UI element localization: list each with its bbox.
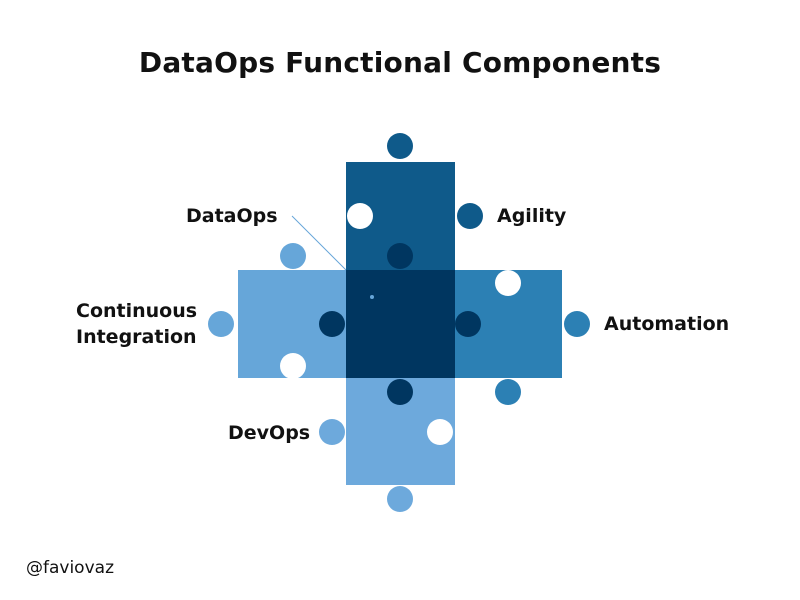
- label-continuous-integration: Continuous Integration: [76, 298, 198, 350]
- label-agility: Agility: [497, 205, 567, 227]
- label-ci-line1: Continuous: [76, 300, 198, 322]
- label-devops: DevOps: [228, 422, 311, 444]
- label-ci-line2: Integration: [76, 326, 197, 348]
- puzzle-piece-devops: [319, 376, 455, 512]
- puzzle-piece-automation: [453, 270, 590, 405]
- author-credit: @faviovaz: [26, 558, 114, 578]
- label-dataops: DataOps: [186, 205, 278, 227]
- label-automation: Automation: [604, 313, 730, 335]
- puzzle-piece-continuous-integration: [208, 243, 348, 379]
- puzzle-piece-agility: [346, 133, 483, 272]
- dataops-pointer-dot: [370, 295, 374, 299]
